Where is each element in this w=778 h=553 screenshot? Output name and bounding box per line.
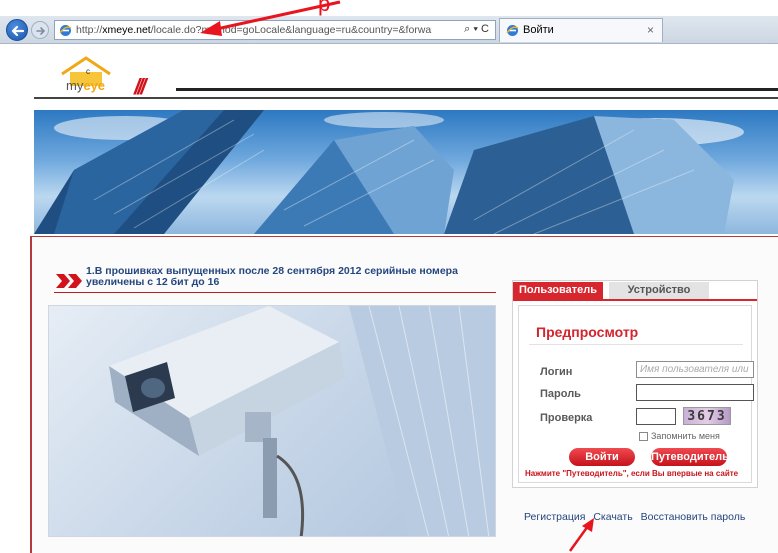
header-rule — [34, 97, 778, 99]
tab-title: Войти — [523, 24, 554, 36]
login-form: Предпросмотр Логин Пароль Проверка 3673 … — [518, 305, 754, 483]
forward-arrow-icon — [36, 27, 46, 35]
login-input[interactable] — [636, 361, 754, 378]
remember-label[interactable]: Запомнить меня — [651, 431, 720, 441]
guide-button[interactable]: Путеводитель — [651, 448, 727, 466]
annotation-strip: р — [0, 0, 778, 16]
captcha-image[interactable]: 3673 — [683, 407, 731, 425]
tab-device[interactable]: Устройство — [609, 282, 709, 299]
camera-illustration — [109, 306, 495, 536]
restore-password-link[interactable]: Восстановить пароль — [641, 511, 746, 523]
logo-mark: c — [86, 67, 90, 76]
browser-tab[interactable]: Войти × — [499, 18, 663, 42]
password-label: Пароль — [540, 388, 581, 400]
password-input[interactable] — [636, 384, 754, 401]
annotation-arrow-bottom-icon — [568, 518, 594, 552]
tab-favicon-icon — [506, 25, 519, 36]
tab-user[interactable]: Пользователь — [513, 282, 603, 299]
security-camera-image — [48, 305, 496, 537]
guide-note: Нажмите "Путеводитель", если Вы впервые … — [525, 469, 739, 478]
logo-text[interactable]: myeye — [66, 78, 105, 93]
annotation-arrow-top-icon — [200, 0, 341, 36]
form-title: Предпросмотр — [536, 324, 639, 340]
header-divider — [176, 88, 778, 91]
url-prefix: http:// — [76, 24, 103, 36]
skyscraper-banner — [34, 110, 778, 234]
back-arrow-icon — [11, 25, 25, 37]
news-headline[interactable]: 1.В прошивках выпущенных после 28 сентяб… — [86, 266, 466, 287]
news-divider — [54, 292, 496, 293]
forward-button[interactable] — [31, 21, 49, 39]
site-header: c myeye /// — [0, 44, 778, 104]
title-divider — [529, 344, 743, 345]
banner-buildings-image — [34, 110, 744, 234]
browser-toolbar: http://xmeye.net/locale.do?method=goLoca… — [0, 16, 778, 44]
ie-page-icon — [59, 25, 72, 36]
login-label: Логин — [540, 366, 573, 378]
screenshot: р http://xmeye.net/locale.do?method=goLo… — [0, 0, 778, 553]
remember-checkbox[interactable] — [639, 432, 648, 441]
url-host: xmeye.net — [102, 24, 151, 36]
tab-close-icon[interactable]: × — [647, 23, 654, 37]
footer-links: Регистрация Скачать Восстановить пароль — [524, 511, 750, 523]
captcha-input[interactable] — [636, 408, 676, 425]
logo-house-icon[interactable] — [56, 52, 126, 102]
login-panel: Пользователь Устройство Предпросмотр Лог… — [512, 280, 758, 488]
address-search-refresh-icons[interactable]: ⌕ ▾ C — [464, 23, 489, 36]
logo-prefix: my — [66, 78, 84, 93]
back-button[interactable] — [6, 19, 28, 41]
news-arrow-icon — [56, 274, 82, 288]
login-button[interactable]: Войти — [569, 448, 635, 466]
captcha-label: Проверка — [540, 412, 593, 424]
tab-underline — [513, 299, 757, 301]
logo-eye: eye — [83, 78, 106, 93]
